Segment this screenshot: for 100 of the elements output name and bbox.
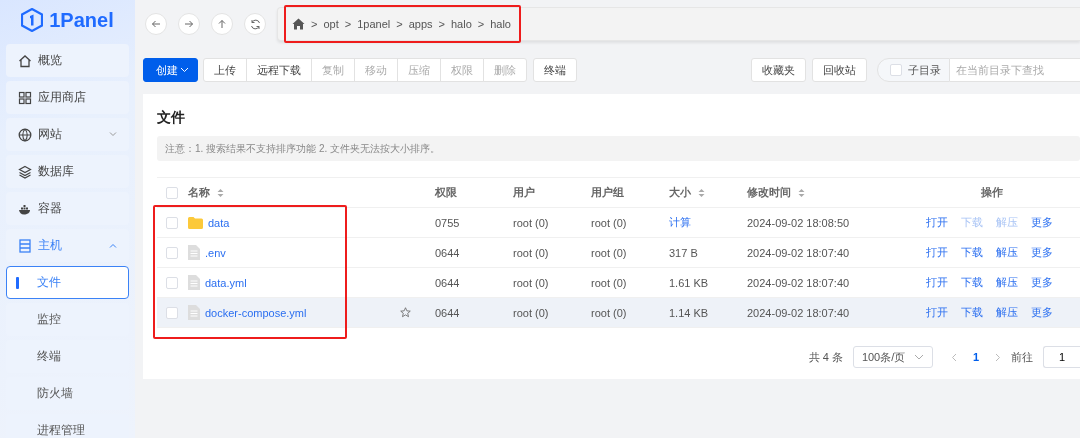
subdirectory-checkbox[interactable]: 子目录 (877, 58, 950, 82)
toolbar-button[interactable]: 上传 (203, 58, 247, 82)
breadcrumb-link[interactable]: 1panel (357, 18, 391, 30)
sidebar-item[interactable]: 容器 (6, 192, 129, 225)
back-button[interactable] (145, 13, 167, 35)
server-icon (18, 238, 32, 253)
table-row[interactable]: docker-compose.yml 0644 root (0) root (0) 1.14 KB 2024-09-02 18:07:40 打开 下载 解压 更多 (157, 298, 1080, 328)
action-link[interactable]: 打开 (926, 245, 948, 260)
table-cell: root (0) (591, 306, 627, 319)
next-page-icon[interactable] (995, 352, 1001, 362)
column-header: 用户 (513, 185, 535, 200)
action-link[interactable]: 下载 (961, 245, 983, 260)
file-name-link[interactable]: data (208, 216, 230, 229)
home-icon[interactable] (292, 18, 305, 30)
table-cell: root (0) (513, 306, 549, 319)
table-cell: 1.14 KB (669, 306, 709, 319)
row-checkbox[interactable] (166, 216, 178, 229)
grid-icon (18, 90, 32, 105)
file-icon (188, 245, 200, 260)
goto-label: 前往 (1011, 349, 1033, 365)
caret-icon (180, 67, 189, 73)
card-title: 文件 (157, 108, 186, 127)
action-link[interactable]: 更多 (1031, 215, 1053, 230)
sidebar-item[interactable]: 应用商店 (6, 81, 129, 114)
table-cell: 2024-09-02 18:08:50 (747, 216, 850, 229)
logo-icon (21, 8, 44, 32)
sort-icon[interactable] (798, 187, 805, 198)
arrow-right-icon (184, 19, 194, 29)
action-link[interactable]: 下载 (961, 305, 983, 320)
recycle-bin-button[interactable]: 回收站 (812, 58, 867, 82)
table-cell: root (0) (591, 276, 627, 289)
layers-icon (18, 164, 32, 179)
separator: > (396, 18, 403, 30)
table-cell: 2024-09-02 18:07:40 (747, 246, 850, 259)
table-row[interactable]: .env 0644 root (0) root (0) 317 B 2024-09-02 18:07:40 打开 下载 解压 更多 (157, 238, 1080, 268)
table-cell: 0644 (435, 276, 460, 289)
action-link[interactable]: 解压 (996, 305, 1018, 320)
page-number[interactable]: 1 (966, 351, 985, 363)
goto-page-field[interactable]: 1 (1043, 346, 1080, 368)
separator: > (344, 18, 352, 30)
refresh-button[interactable] (244, 13, 266, 35)
forward-button[interactable] (178, 13, 200, 35)
terminal-button[interactable]: 终端 (533, 58, 577, 82)
search-field[interactable]: 在当前目录下查找 (950, 58, 1080, 82)
column-header[interactable]: 名称 (188, 185, 224, 200)
file-name-link[interactable]: data.yml (205, 276, 247, 289)
notice-text: 注意：1. 搜索结果不支持排序功能 2. 文件夹无法按大小排序。 (157, 136, 1080, 161)
column-header: 操作 (981, 185, 1003, 200)
action-link[interactable]: 解压 (996, 245, 1018, 260)
row-checkbox[interactable] (166, 276, 178, 289)
breadcrumb-link[interactable]: opt (323, 18, 339, 30)
sidebar-subitem[interactable]: 文件 (6, 266, 129, 299)
action-link[interactable]: 更多 (1031, 305, 1053, 320)
caret-icon (109, 243, 117, 248)
breadcrumb-link[interactable]: halo (490, 18, 511, 30)
select-all-checkbox[interactable] (166, 186, 178, 199)
globe-icon (18, 127, 32, 142)
refresh-icon (249, 18, 261, 30)
logo-text: 1Panel (49, 8, 114, 32)
file-name-link[interactable]: docker-compose.yml (205, 306, 307, 319)
action-link[interactable]: 打开 (926, 305, 948, 320)
action-link[interactable]: 解压 (996, 275, 1018, 290)
sort-icon[interactable] (217, 187, 224, 198)
column-header: 用户组 (591, 185, 624, 200)
caret-icon (109, 132, 117, 137)
favorites-button[interactable]: 收藏夹 (751, 58, 806, 82)
sort-icon[interactable] (698, 187, 705, 198)
table-cell: root (0) (513, 216, 549, 229)
table-cell: 0644 (435, 306, 460, 319)
previous-page-icon[interactable] (950, 352, 957, 362)
folder-icon (188, 216, 203, 229)
breadcrumb-link[interactable]: halo (450, 18, 472, 30)
up-button[interactable] (211, 13, 233, 35)
action-link[interactable]: 更多 (1031, 245, 1053, 260)
breadcrumb-link[interactable]: apps (408, 18, 433, 30)
create-button[interactable]: 创建 (143, 58, 198, 82)
separator: > (311, 18, 318, 30)
column-header[interactable]: 大小 (669, 185, 705, 200)
file-icon (188, 305, 200, 320)
sidebar-item[interactable]: 概览 (6, 44, 129, 77)
toolbar-button[interactable]: 远程下载 (246, 58, 312, 82)
calculate-link[interactable]: 计算 (669, 215, 691, 230)
table-cell: root (0) (591, 246, 627, 259)
chevron-down-icon (913, 354, 924, 360)
arrow-left-icon (151, 19, 161, 29)
column-header[interactable]: 修改时间 (747, 185, 805, 200)
table-cell: root (0) (513, 246, 549, 259)
action-link[interactable]: 打开 (926, 275, 948, 290)
sidebar-item[interactable]: 网站 (6, 118, 129, 151)
row-checkbox[interactable] (166, 306, 178, 319)
action-link[interactable]: 打开 (926, 215, 948, 230)
action-link[interactable]: 更多 (1031, 275, 1053, 290)
table-cell: 2024-09-02 18:07:40 (747, 306, 850, 319)
action-link[interactable]: 下载 (961, 275, 983, 290)
table-cell: 2024-09-02 18:07:40 (747, 276, 850, 289)
page-size-select[interactable]: 100条/页 (852, 346, 933, 368)
row-checkbox[interactable] (166, 246, 178, 259)
star-icon[interactable] (400, 307, 411, 318)
file-name-link[interactable]: .env (205, 246, 226, 259)
sidebar-item[interactable]: 数据库 (6, 155, 129, 188)
